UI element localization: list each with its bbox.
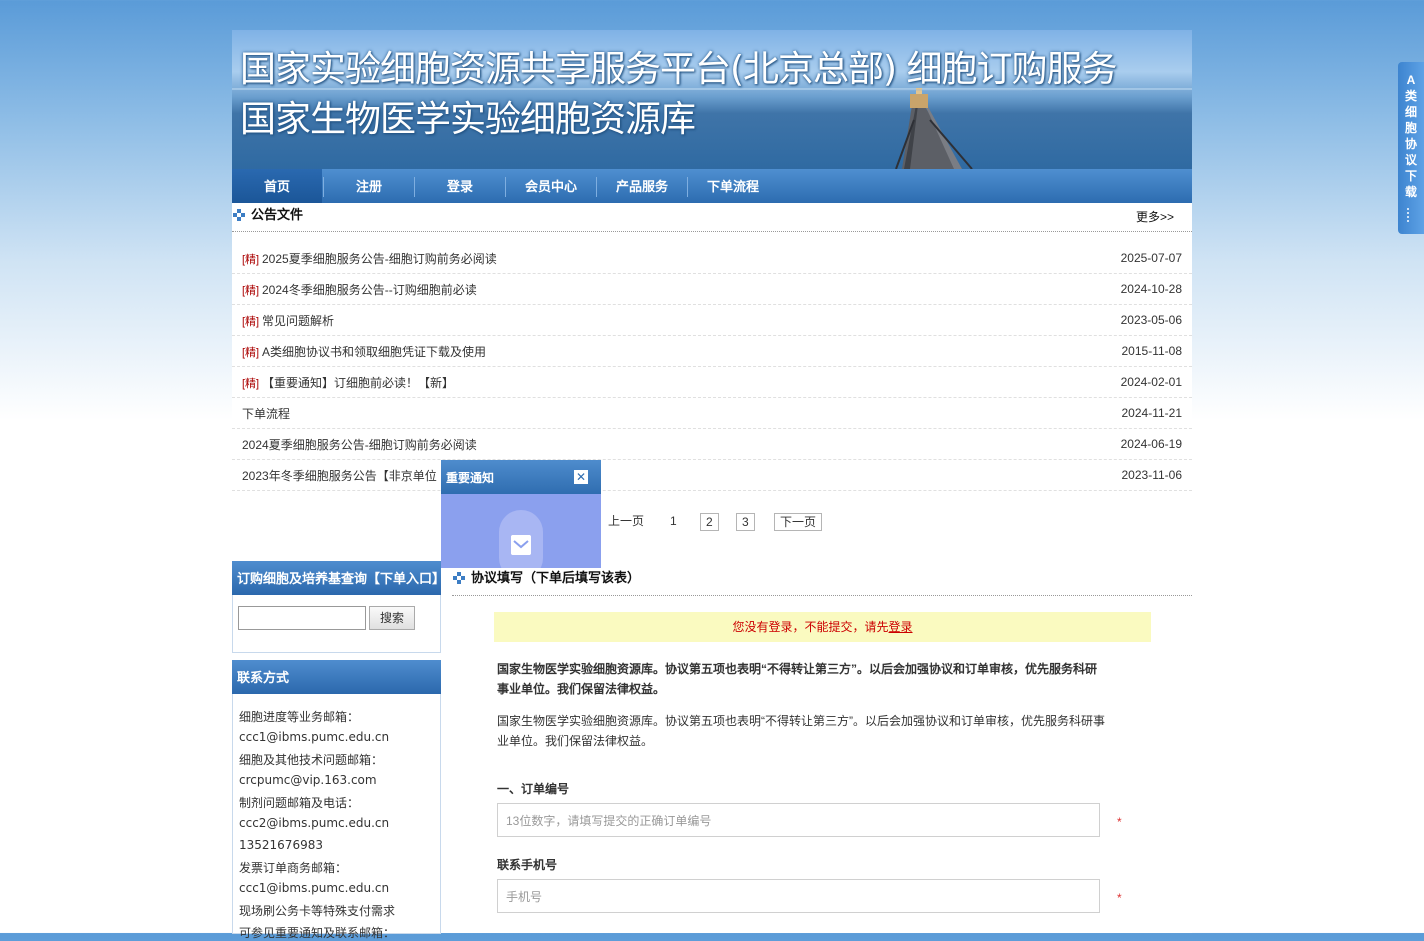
announcement-row[interactable]: [精] A类细胞协议书和领取细胞凭证下载及使用 2015-11-08 xyxy=(232,335,1192,367)
required-marker: * xyxy=(1117,815,1122,829)
announcement-title[interactable]: 2024夏季细胞服务公告-细胞订购前务必阅读 xyxy=(242,436,477,453)
popup-body[interactable] xyxy=(441,494,601,568)
pager-page-2[interactable]: 2 xyxy=(700,513,719,531)
nav-register[interactable]: 注册 xyxy=(324,169,414,203)
announcement-date: 2015-11-08 xyxy=(1121,344,1183,358)
contact-line: 发票订单商务邮箱： xyxy=(239,861,348,875)
login-link[interactable]: 登录 xyxy=(889,620,913,634)
order-search-header: 订购细胞及培养基查询【下单入口】 xyxy=(232,561,445,595)
nav-products[interactable]: 产品服务 xyxy=(597,169,687,203)
contact-box: 细胞进度等业务邮箱： ccc1@ibms.pumc.edu.cn 细胞及其他技术… xyxy=(232,694,441,940)
announcement-row[interactable]: [精] 常见问题解析 2023-05-06 xyxy=(232,304,1192,336)
popup-header: 重要通知 ✕ xyxy=(441,460,601,494)
notice-paragraph-bold: 国家生物医学实验细胞资源库。协议第五项也表明“不得转让第三方”。以后会加强协议和… xyxy=(497,662,1098,696)
featured-tag: [精] xyxy=(242,378,260,390)
side-tab-label: A类细胞协议下载 xyxy=(1405,73,1418,199)
contact-line: 细胞进度等业务邮箱： xyxy=(239,710,360,724)
order-search-heading: 订购细胞及培养基查询【下单入口】 xyxy=(237,571,446,586)
pager-prev[interactable]: 上一页 xyxy=(608,513,644,529)
announcement-title[interactable]: 常见问题解析 xyxy=(262,312,334,329)
popup-title: 重要通知 xyxy=(446,471,495,485)
nav-login[interactable]: 登录 xyxy=(415,169,505,203)
announcement-row[interactable]: [精] 【重要通知】订细胞前必读！【新】 2024-02-01 xyxy=(232,366,1192,398)
nav-member-center[interactable]: 会员中心 xyxy=(506,169,596,203)
contact-header: 联系方式 xyxy=(232,660,441,694)
announcement-date: 2025-07-07 xyxy=(1120,251,1182,265)
featured-tag: [精] xyxy=(242,285,260,297)
phone-label: 联系手机号 xyxy=(497,858,558,872)
contact-line: 制剂问题邮箱及电话： xyxy=(239,796,360,810)
notice-paragraph: 国家生物医学实验细胞资源库。协议第五项也表明“不得转让第三方”。以后会加强协议和… xyxy=(497,714,1105,748)
announcements-more-link[interactable]: 更多>> xyxy=(1136,208,1174,225)
envelope-icon xyxy=(511,535,531,555)
announcement-row[interactable]: 下单流程 2024-11-21 xyxy=(232,397,1192,429)
announcement-date: 2023-05-06 xyxy=(1120,313,1182,327)
order-number-label: 一、订单编号 xyxy=(497,782,570,796)
contact-heading: 联系方式 xyxy=(237,670,290,685)
banner-title-line1: 国家实验细胞资源共享服务平台(北京总部) 细胞订购服务 xyxy=(240,49,1118,90)
header-banner: 国家实验细胞资源共享服务平台(北京总部) 细胞订购服务 国家生物医学实验细胞资源… xyxy=(232,30,1192,169)
pier-illustration xyxy=(832,88,1032,169)
banner-title-line2: 国家生物医学实验细胞资源库 xyxy=(240,99,696,140)
contact-line: 现场刷公务卡等特殊支付需求 xyxy=(239,904,396,918)
announcement-title[interactable]: 2023年冬季细胞服务公告【非京单位 xyxy=(242,467,437,484)
announcement-title[interactable]: 下单流程 xyxy=(242,405,290,422)
a-class-agreement-download-tab[interactable]: A类细胞协议下载 xyxy=(1398,62,1424,234)
announcement-title[interactable]: 2025夏季细胞服务公告-细胞订购前务必阅读 xyxy=(262,250,497,267)
announcement-date: 2024-02-01 xyxy=(1120,375,1182,389)
featured-tag: [精] xyxy=(242,316,260,328)
announcement-title[interactable]: 【重要通知】订细胞前必读！【新】 xyxy=(262,374,454,391)
announcements-heading: 公告文件 xyxy=(251,207,304,222)
grip-icon xyxy=(1407,208,1417,222)
search-button[interactable]: 搜索 xyxy=(369,606,415,630)
announcement-date: 2023-11-06 xyxy=(1121,468,1183,482)
search-input[interactable] xyxy=(238,606,366,630)
contact-line: 细胞及其他技术问题邮箱： xyxy=(239,753,384,767)
login-warning: 您没有登录，不能提交，请先登录 xyxy=(494,612,1151,642)
announcement-row[interactable]: 2023年冬季细胞服务公告【非京单位 2023-11-06 xyxy=(232,459,1192,491)
page-container: 国家实验细胞资源共享服务平台(北京总部) 细胞订购服务 国家生物医学实验细胞资源… xyxy=(232,30,1192,940)
agreement-heading: 协议填写（下单后填写该表） xyxy=(471,570,641,585)
order-number-field[interactable]: 13位数字，请填写提交的正确订单编号 xyxy=(497,803,1100,837)
announcement-row[interactable]: [精] 2024冬季细胞服务公告--订购细胞前必读 2024-10-28 xyxy=(232,273,1192,305)
featured-tag: [精] xyxy=(242,254,260,266)
contact-email: ccc1@ibms.pumc.edu.cn xyxy=(239,730,390,744)
nav-order-process[interactable]: 下单流程 xyxy=(688,169,778,203)
announcement-row[interactable]: 2024夏季细胞服务公告-细胞订购前务必阅读 2024-06-19 xyxy=(232,428,1192,460)
contact-email: ccc2@ibms.pumc.edu.cn xyxy=(239,816,390,830)
section-bullet-icon xyxy=(453,572,465,584)
announcement-date: 2024-11-21 xyxy=(1121,406,1183,420)
announcement-title[interactable]: 2024冬季细胞服务公告--订购细胞前必读 xyxy=(262,281,477,298)
announcement-row[interactable]: [精] 2025夏季细胞服务公告-细胞订购前务必阅读 2025-07-07 xyxy=(232,242,1192,274)
announcement-title[interactable]: A类细胞协议书和领取细胞凭证下载及使用 xyxy=(262,343,486,360)
contact-phone: 13521676983 xyxy=(239,838,323,852)
phone-field[interactable]: 手机号 xyxy=(497,879,1100,913)
pager-page-3[interactable]: 3 xyxy=(736,513,755,531)
nav-home[interactable]: 首页 xyxy=(232,169,322,203)
section-bullet-icon xyxy=(233,209,245,221)
important-notice-popup[interactable]: 重要通知 ✕ xyxy=(441,460,601,568)
pager-page-1: 1 xyxy=(670,514,677,528)
announcement-date: 2024-10-28 xyxy=(1120,282,1182,296)
pager-next[interactable]: 下一页 xyxy=(774,513,823,531)
required-marker: * xyxy=(1117,891,1122,905)
divider xyxy=(232,231,1192,232)
featured-tag: [精] xyxy=(242,347,260,359)
contact-email: crcpumc@vip.163.com xyxy=(239,773,377,787)
main-nav: 首页 注册 登录 会员中心 产品服务 下单流程 xyxy=(232,169,1192,203)
announcement-date: 2024-06-19 xyxy=(1120,437,1182,451)
close-icon[interactable]: ✕ xyxy=(574,470,588,484)
divider xyxy=(452,595,1192,596)
contact-email: ccc1@ibms.pumc.edu.cn xyxy=(239,881,390,895)
login-warning-text: 您没有登录，不能提交，请先 xyxy=(732,620,889,634)
